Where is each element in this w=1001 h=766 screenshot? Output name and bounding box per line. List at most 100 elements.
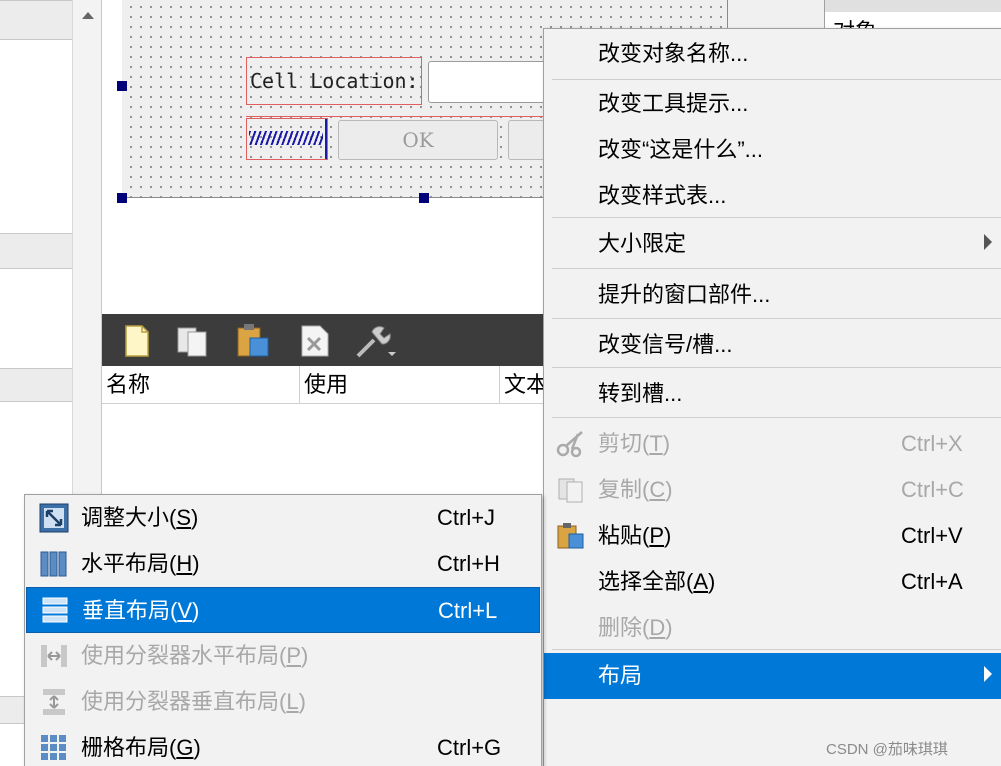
submenu-item-mnemonic: V <box>177 598 193 623</box>
menu-item-label: 改变工具提示... <box>598 91 749 116</box>
menu-item-shortcut: Ctrl+X <box>901 431 963 456</box>
menu-separator <box>552 268 1001 269</box>
menu-item-change-stylesheet[interactable]: 改变样式表... <box>544 173 1001 219</box>
submenu-item-horizontal-layout[interactable]: 水平布局(H) Ctrl+H <box>25 541 541 587</box>
column-header-name[interactable]: 名称 <box>102 366 300 403</box>
column-header-used[interactable]: 使用 <box>300 366 500 403</box>
menu-item-label: 大小限定 <box>598 231 687 256</box>
menu-item-label: 改变对象名称... <box>598 41 749 66</box>
menu-item-paste[interactable]: 粘贴(P) Ctrl+V <box>544 513 1001 559</box>
menu-separator <box>552 217 1001 218</box>
new-action-icon[interactable] <box>118 322 156 360</box>
copy-icon <box>556 476 586 504</box>
menu-item-label: 改变信号/槽... <box>598 332 733 357</box>
delete-action-icon[interactable] <box>296 322 334 360</box>
submenu-item-label: 使用分裂器水平布局 <box>81 643 280 668</box>
menu-item-copy[interactable]: 复制(C) Ctrl+C <box>544 467 1001 513</box>
menu-item-delete[interactable]: 删除(D) <box>544 605 1001 651</box>
ok-button[interactable]: OK <box>338 120 498 160</box>
submenu-arrow-icon <box>984 234 992 250</box>
menu-item-change-object-name[interactable]: 改变对象名称... <box>544 31 1001 77</box>
submenu-item-shortcut: Ctrl+G <box>437 735 502 760</box>
menu-item-shortcut: Ctrl+C <box>901 477 964 502</box>
menu-item-label: 粘贴 <box>598 523 643 548</box>
submenu-item-mnemonic: S <box>176 505 192 530</box>
submenu-item-shortcut: Ctrl+J <box>437 505 496 530</box>
menu-separator <box>552 649 1001 650</box>
submenu-item-mnemonic: G <box>176 735 194 760</box>
menu-item-label: 提升的窗口部件... <box>598 282 771 307</box>
menu-item-select-all[interactable]: 选择全部(A) Ctrl+A <box>544 559 1001 605</box>
menu-item-mnemonic: D <box>649 615 666 640</box>
submenu-item-splitter-horizontal[interactable]: 使用分裂器水平布局(P) <box>25 633 541 679</box>
scissors-icon <box>556 430 586 458</box>
menu-item-label: 删除 <box>598 615 643 640</box>
property-dock-titlebar <box>825 0 1001 12</box>
spacer-pattern <box>249 131 323 145</box>
menu-item-label: 复制 <box>598 477 643 502</box>
menu-item-mnemonic: T <box>649 431 663 456</box>
menu-item-change-whats-this[interactable]: 改变“这是什么”... <box>544 127 1001 173</box>
paste-action-icon[interactable] <box>234 322 272 360</box>
menu-separator <box>552 367 1001 368</box>
scroll-up-arrow-icon[interactable] <box>73 0 102 30</box>
submenu-item-label: 垂直布局 <box>82 598 171 623</box>
adjust-size-icon <box>39 503 69 533</box>
resize-handle[interactable] <box>419 193 429 203</box>
menu-item-label: 改变“这是什么”... <box>598 137 763 162</box>
spacer-end <box>325 119 327 159</box>
menu-item-change-tooltip[interactable]: 改变工具提示... <box>544 81 1001 127</box>
submenu-item-label: 栅格布局 <box>81 735 170 760</box>
menu-item-label: 布局 <box>598 663 643 688</box>
paste-icon <box>556 522 586 550</box>
splitter-vertical-icon <box>39 687 69 717</box>
submenu-item-adjust-size[interactable]: 调整大小(S) Ctrl+J <box>25 495 541 541</box>
menu-separator <box>552 79 1001 80</box>
submenu-item-vertical-layout[interactable]: 垂直布局(V) Ctrl+L <box>26 587 540 633</box>
menu-item-cut[interactable]: 剪切(T) Ctrl+X <box>544 421 1001 467</box>
left-dock-section <box>0 368 72 402</box>
left-dock-header <box>0 0 72 40</box>
menu-item-label: 改变样式表... <box>598 183 727 208</box>
submenu-item-splitter-vertical[interactable]: 使用分裂器垂直布局(L) <box>25 679 541 725</box>
submenu-item-grid-layout[interactable]: 栅格布局(G) Ctrl+G <box>25 725 541 766</box>
menu-item-promoted-widgets[interactable]: 提升的窗口部件... <box>544 272 1001 318</box>
layout-submenu: 调整大小(S) Ctrl+J 水平布局(H) Ctrl+H 垂直布局(V) Ct… <box>24 494 542 766</box>
grid-layout-icon <box>39 733 69 763</box>
menu-separator <box>552 417 1001 418</box>
duplicate-action-icon[interactable] <box>174 322 212 360</box>
resize-handle[interactable] <box>117 81 127 91</box>
horizontal-layout-icon <box>39 549 69 579</box>
submenu-arrow-icon <box>984 666 992 682</box>
layout-outline <box>246 116 566 117</box>
menu-item-label: 选择全部 <box>598 569 687 594</box>
menu-item-label: 转到槽... <box>598 381 683 406</box>
menu-item-layout[interactable]: 布局 <box>544 653 1001 699</box>
configure-tool-icon[interactable] <box>354 322 396 360</box>
submenu-item-label: 水平布局 <box>81 551 170 576</box>
horizontal-spacer[interactable] <box>246 118 328 160</box>
resize-handle[interactable] <box>117 193 127 203</box>
context-menu: 改变对象名称... 改变工具提示... 改变“这是什么”... 改变样式表...… <box>543 28 1001 766</box>
menu-separator <box>552 318 1001 319</box>
menu-item-size-constraints[interactable]: 大小限定 <box>544 221 1001 267</box>
watermark: CSDN @茄味琪琪 <box>826 741 948 758</box>
left-dock-section <box>0 233 72 269</box>
menu-item-shortcut: Ctrl+V <box>901 523 963 548</box>
splitter-horizontal-icon <box>39 641 69 671</box>
menu-item-shortcut: Ctrl+A <box>901 569 963 594</box>
action-editor-toolbar <box>102 314 544 366</box>
submenu-item-mnemonic: L <box>286 689 299 714</box>
submenu-item-label: 调整大小 <box>81 505 170 530</box>
submenu-item-label: 使用分裂器垂直布局 <box>81 689 280 714</box>
menu-item-go-to-slot[interactable]: 转到槽... <box>544 371 1001 417</box>
cell-location-input[interactable] <box>428 61 558 103</box>
menu-item-change-signals-slots[interactable]: 改变信号/槽... <box>544 322 1001 368</box>
menu-item-mnemonic: C <box>649 477 666 502</box>
menu-item-mnemonic: P <box>649 523 665 548</box>
cell-location-label[interactable]: Cell Location: <box>246 57 422 105</box>
menu-item-label: 剪切 <box>598 431 643 456</box>
menu-item-mnemonic: A <box>693 569 709 594</box>
action-table-header: 名称 使用 文本 <box>102 366 560 404</box>
form-canvas: Cell Location: OK <box>102 0 728 314</box>
